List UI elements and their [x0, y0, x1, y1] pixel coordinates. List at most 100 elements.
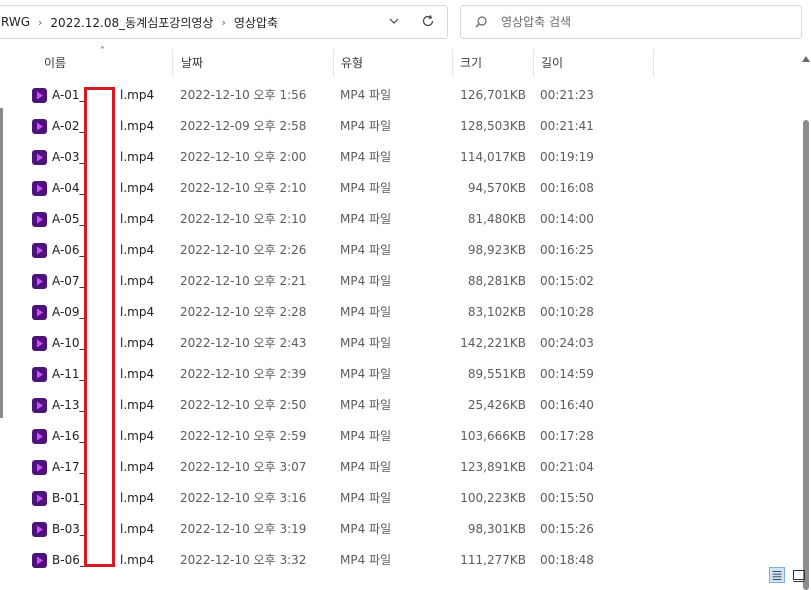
- table-row[interactable]: A-01_ l.mp4 2022-12-10 오후 1:56 MP4 파일 126…: [0, 80, 800, 111]
- table-row[interactable]: A-16_ l.mp4 2022-12-10 오후 2:59 MP4 파일 103…: [0, 421, 800, 452]
- file-date: 2022-12-10 오후 2:39: [180, 367, 307, 381]
- table-row[interactable]: A-07_ l.mp4 2022-12-10 오후 2:21 MP4 파일 88,…: [0, 266, 800, 297]
- file-date: 2022-12-10 오후 2:10: [180, 181, 307, 195]
- file-type: MP4 파일: [340, 305, 392, 319]
- file-type: MP4 파일: [340, 243, 392, 257]
- table-row[interactable]: A-05_ l.mp4 2022-12-10 오후 2:10 MP4 파일 81,…: [0, 204, 800, 235]
- file-date: 2022-12-10 오후 2:28: [180, 305, 307, 319]
- video-file-icon: [32, 150, 47, 165]
- redaction-box: [84, 87, 115, 567]
- file-date: 2022-12-10 오후 2:00: [180, 150, 307, 164]
- column-divider[interactable]: [452, 49, 453, 77]
- file-date: 2022-12-10 오후 2:21: [180, 274, 307, 288]
- file-date: 2022-12-10 오후 1:56: [180, 88, 307, 102]
- table-row[interactable]: A-09_ l.mp4 2022-12-10 오후 2:28 MP4 파일 83,…: [0, 297, 800, 328]
- file-date: 2022-12-10 오후 2:43: [180, 336, 307, 350]
- video-file-icon: [32, 274, 47, 289]
- column-header: ˄ 이름 날짜 유형 크기 길이: [0, 46, 800, 77]
- details-view-icon[interactable]: [769, 567, 785, 583]
- breadcrumb-separator-icon[interactable]: ›: [38, 16, 42, 29]
- chevron-down-icon[interactable]: [387, 14, 401, 28]
- table-row[interactable]: B-06_ l.mp4 2022-12-10 오후 3:32 MP4 파일 111…: [0, 545, 800, 576]
- file-size: 142,221KB: [460, 336, 526, 350]
- search-icon: [475, 16, 487, 28]
- column-header-length[interactable]: 길이: [541, 49, 563, 77]
- file-length: 00:21:04: [540, 460, 594, 474]
- file-date: 2022-12-10 오후 3:32: [180, 553, 307, 567]
- column-divider[interactable]: [172, 49, 173, 77]
- table-row[interactable]: B-01_ l.mp4 2022-12-10 오후 3:16 MP4 파일 100…: [0, 483, 800, 514]
- file-type: MP4 파일: [340, 398, 392, 412]
- file-length: 00:14:59: [540, 367, 594, 381]
- breadcrumb-item-current[interactable]: 영상압축: [234, 14, 278, 31]
- video-file-icon: [32, 181, 47, 196]
- file-size: 88,281KB: [467, 274, 526, 288]
- file-type: MP4 파일: [340, 460, 392, 474]
- file-size: 81,480KB: [467, 212, 526, 226]
- video-file-icon: [32, 553, 47, 568]
- file-size: 111,277KB: [460, 553, 526, 567]
- column-header-type[interactable]: 유형: [341, 49, 363, 77]
- video-file-icon: [32, 305, 47, 320]
- file-size: 123,891KB: [460, 460, 526, 474]
- file-size: 126,701KB: [460, 88, 526, 102]
- breadcrumb: RWG › 2022.12.08_동계심포강의영상 › 영상압축: [1, 6, 278, 38]
- video-file-icon: [32, 491, 47, 506]
- table-row[interactable]: A-06_ l.mp4 2022-12-10 오후 2:26 MP4 파일 98,…: [0, 235, 800, 266]
- video-file-icon: [32, 398, 47, 413]
- table-row[interactable]: A-02_ l.mp4 2022-12-09 오후 2:58 MP4 파일 128…: [0, 111, 800, 142]
- file-type: MP4 파일: [340, 119, 392, 133]
- sort-up-icon: ˄: [100, 46, 105, 57]
- file-size: 114,017KB: [460, 150, 526, 164]
- file-length: 00:19:19: [540, 150, 594, 164]
- video-file-icon: [32, 367, 47, 382]
- video-file-icon: [32, 212, 47, 227]
- vertical-scrollbar[interactable]: [801, 50, 811, 590]
- column-divider[interactable]: [653, 49, 654, 77]
- table-row[interactable]: A-04_ l.mp4 2022-12-10 오후 2:10 MP4 파일 94,…: [0, 173, 800, 204]
- table-row[interactable]: A-10_ l.mp4 2022-12-10 오후 2:43 MP4 파일 142…: [0, 328, 800, 359]
- file-date: 2022-12-10 오후 2:59: [180, 429, 307, 443]
- file-length: 00:15:26: [540, 522, 594, 536]
- file-length: 00:24:03: [540, 336, 594, 350]
- table-row[interactable]: A-13_ l.mp4 2022-12-10 오후 2:50 MP4 파일 25,…: [0, 390, 800, 421]
- search-input[interactable]: 영상압축 검색: [501, 6, 571, 38]
- video-file-icon: [32, 429, 47, 444]
- video-file-icon: [32, 460, 47, 475]
- scrollbar-thumb[interactable]: [803, 120, 809, 590]
- file-type: MP4 파일: [340, 181, 392, 195]
- file-size: 98,923KB: [467, 243, 526, 257]
- video-file-icon: [32, 336, 47, 351]
- file-length: 00:18:48: [540, 553, 594, 567]
- file-size: 100,223KB: [460, 491, 526, 505]
- breadcrumb-separator-icon[interactable]: ›: [221, 16, 225, 29]
- search-box[interactable]: 영상압축 검색: [460, 5, 802, 39]
- breadcrumb-item-folder[interactable]: 2022.12.08_동계심포강의영상: [50, 14, 213, 31]
- column-header-date[interactable]: 날짜: [181, 49, 203, 77]
- breadcrumb-item-rwg[interactable]: RWG: [1, 15, 30, 29]
- file-length: 00:10:28: [540, 305, 594, 319]
- table-row[interactable]: A-03_ l.mp4 2022-12-10 오후 2:00 MP4 파일 114…: [0, 142, 800, 173]
- file-type: MP4 파일: [340, 553, 392, 567]
- file-date: 2022-12-09 오후 2:58: [180, 119, 307, 133]
- video-file-icon: [32, 88, 47, 103]
- file-type: MP4 파일: [340, 150, 392, 164]
- table-row[interactable]: B-03_ l.mp4 2022-12-10 오후 3:19 MP4 파일 98,…: [0, 514, 800, 545]
- address-bar[interactable]: RWG › 2022.12.08_동계심포강의영상 › 영상압축: [0, 5, 448, 39]
- column-header-size[interactable]: 크기: [460, 49, 482, 77]
- scroll-up-icon[interactable]: [802, 56, 810, 62]
- file-date: 2022-12-10 오후 2:10: [180, 212, 307, 226]
- column-divider[interactable]: [333, 49, 334, 77]
- file-type: MP4 파일: [340, 274, 392, 288]
- file-length: 00:21:41: [540, 119, 594, 133]
- column-header-name[interactable]: 이름: [44, 49, 66, 77]
- column-divider[interactable]: [533, 49, 534, 77]
- video-file-icon: [32, 243, 47, 258]
- file-length: 00:15:02: [540, 274, 594, 288]
- table-row[interactable]: A-11_ l.mp4 2022-12-10 오후 2:39 MP4 파일 89,…: [0, 359, 800, 390]
- file-type: MP4 파일: [340, 491, 392, 505]
- tiles-view-icon[interactable]: [791, 567, 807, 583]
- file-size: 89,551KB: [467, 367, 526, 381]
- refresh-icon[interactable]: [420, 13, 436, 29]
- table-row[interactable]: A-17_ l.mp4 2022-12-10 오후 3:07 MP4 파일 123…: [0, 452, 800, 483]
